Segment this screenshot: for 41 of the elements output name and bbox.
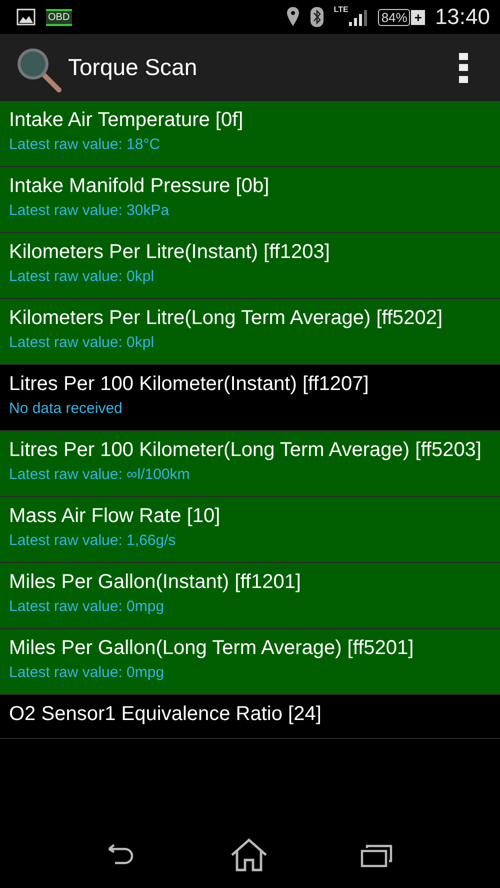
sensor-name: Mass Air Flow Rate [10] — [9, 504, 220, 529]
sensor-value: Latest raw value: 0mpg — [9, 663, 164, 683]
sensor-name: Miles Per Gallon(Instant) [ff1201] — [9, 570, 301, 595]
clock: 13:40 — [434, 4, 490, 30]
image-icon — [16, 7, 36, 27]
overflow-menu-icon[interactable] — [458, 52, 470, 84]
sensor-value: No data received — [9, 399, 122, 419]
location-icon — [286, 6, 300, 28]
sensor-value: Latest raw value: ∞l/100km — [9, 465, 190, 485]
sensor-name: Kilometers Per Litre(Instant) [ff1203] — [9, 240, 330, 265]
sensor-list-item[interactable]: Mass Air Flow Rate [10] Latest raw value: 1,66g/s — [0, 497, 500, 563]
sensor-value: Latest raw value: 0kpl — [9, 333, 154, 353]
bluetooth-icon — [310, 6, 324, 28]
sensor-list-item[interactable]: Kilometers Per Litre(Long Term Average) [ff5202] Latest raw value: 0kpl — [0, 299, 500, 365]
sensor-list-item[interactable]: Miles Per Gallon(Instant) [ff1201] Latest raw value: 0mpg — [0, 563, 500, 629]
home-icon[interactable] — [230, 838, 268, 872]
sensor-value: Latest raw value: 0mpg — [9, 597, 164, 617]
magnifier-icon[interactable] — [16, 46, 62, 92]
sensor-list-item[interactable]: Litres Per 100 Kilometer(Long Term Average) [ff5203] Latest raw value: ∞l/100km — [0, 431, 500, 497]
sensor-name: Intake Air Temperature [0f] — [9, 108, 244, 133]
recent-apps-icon[interactable] — [360, 842, 394, 868]
sensor-name: Litres Per 100 Kilometer(Instant) [ff1207] — [9, 372, 369, 397]
sensor-name: Litres Per 100 Kilometer(Long Term Average) [ff5203] — [9, 438, 482, 463]
sensor-name: Kilometers Per Litre(Long Term Average) [ff5202] — [9, 306, 443, 331]
battery-level: 84% — [378, 8, 410, 26]
sensor-name: O2 Sensor1 Equivalence Ratio [24] — [9, 702, 322, 727]
sensor-value: Latest raw value: 30kPa — [9, 201, 170, 221]
app-title: Torque Scan — [68, 54, 198, 81]
sensor-list-item[interactable]: Kilometers Per Litre(Instant) [ff1203] Latest raw value: 0kpl — [0, 233, 500, 299]
sensor-list-item[interactable]: Miles Per Gallon(Long Term Average) [ff5201] Latest raw value: 0mpg — [0, 629, 500, 695]
sensor-list-item[interactable]: Intake Manifold Pressure [0b] Latest raw value: 30kPa — [0, 167, 500, 233]
sensor-name: Intake Manifold Pressure [0b] — [9, 174, 270, 199]
sensor-value: Latest raw value: 0kpl — [9, 267, 154, 287]
sensor-value: Latest raw value: 18°C — [9, 135, 160, 155]
sensor-list-item[interactable]: Intake Air Temperature [0f] Latest raw value: 18°C — [0, 101, 500, 167]
network-type: LTE — [334, 5, 348, 14]
sensor-name: Miles Per Gallon(Long Term Average) [ff5201] — [9, 636, 414, 661]
obd-icon: OBD — [46, 8, 72, 26]
signal-icon — [348, 7, 368, 27]
sensor-value: Latest raw value: 1,66g/s — [9, 531, 176, 551]
charging-indicator: + — [411, 10, 425, 24]
